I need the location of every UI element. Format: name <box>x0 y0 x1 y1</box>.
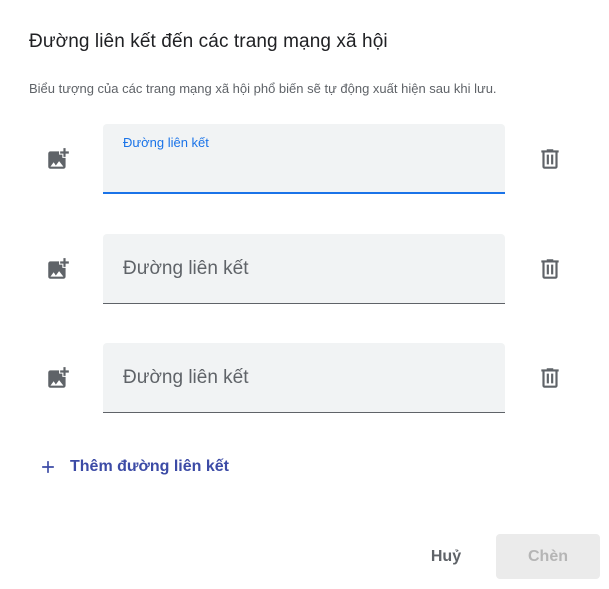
link-row: Đường liên kết <box>0 234 609 304</box>
add-link-label: Thêm đường liên kết <box>70 458 229 475</box>
link-row: Đường liên kết <box>0 124 609 194</box>
plus-icon <box>42 461 54 473</box>
social-links-dialog: Đường liên kết đến các trang mạng xã hội… <box>0 0 609 589</box>
cancel-button[interactable]: Huỷ <box>414 535 478 579</box>
link-input[interactable]: Đường liên kết <box>103 343 505 413</box>
insert-button[interactable]: Chèn <box>496 534 600 579</box>
link-input[interactable]: Đường liên kết <box>103 234 505 304</box>
add-photo-icon[interactable] <box>45 365 71 391</box>
dialog-description: Biểu tượng của các trang mạng xã hội phổ… <box>29 81 497 96</box>
link-input-label: Đường liên kết <box>123 135 209 150</box>
add-link-button[interactable]: Thêm đường liên kết <box>38 455 229 479</box>
dialog-title: Đường liên kết đến các trang mạng xã hội <box>29 31 388 52</box>
trash-icon[interactable] <box>537 146 563 172</box>
add-photo-icon[interactable] <box>45 146 71 172</box>
trash-icon[interactable] <box>537 256 563 282</box>
link-input[interactable]: Đường liên kết <box>103 124 505 194</box>
trash-icon[interactable] <box>537 365 563 391</box>
link-input-placeholder: Đường liên kết <box>123 367 249 388</box>
link-input-placeholder: Đường liên kết <box>123 258 249 279</box>
link-row: Đường liên kết <box>0 343 609 413</box>
add-photo-icon[interactable] <box>45 256 71 282</box>
